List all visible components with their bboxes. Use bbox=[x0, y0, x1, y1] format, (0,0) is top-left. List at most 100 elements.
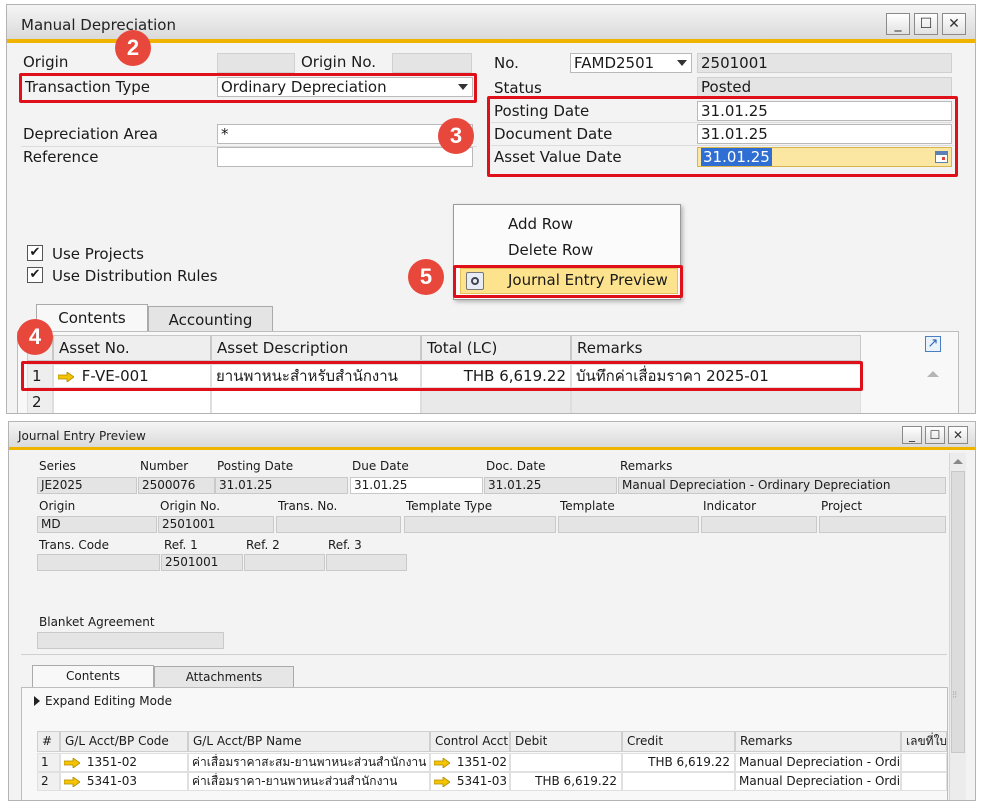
tab-attachments[interactable]: Attachments bbox=[154, 666, 294, 688]
depreciation-area-field[interactable]: * bbox=[217, 124, 473, 144]
grid-header-extra[interactable]: เลขที่ใบ bbox=[901, 731, 947, 752]
grid-header-debit[interactable]: Debit bbox=[510, 731, 622, 752]
debit-cell[interactable] bbox=[510, 753, 622, 772]
use-distribution-rules-label: Use Distribution Rules bbox=[52, 267, 218, 285]
expand-grid-icon[interactable]: ↗ bbox=[925, 336, 941, 352]
vertical-scrollbar[interactable] bbox=[949, 453, 966, 800]
tab-accounting[interactable]: Accounting bbox=[148, 306, 273, 334]
posting-date-label: Posting Date bbox=[217, 459, 294, 473]
origin-no-label: Origin No. bbox=[160, 499, 221, 513]
asset-description-cell[interactable] bbox=[211, 390, 421, 413]
blanket-agreement-field bbox=[37, 632, 224, 649]
grid-header-control-acct[interactable]: Control Acct bbox=[430, 731, 510, 752]
extra-cell[interactable] bbox=[901, 772, 947, 791]
window-titlebar: Manual Depreciation _ ☐ ✕ bbox=[7, 5, 975, 43]
grid-header-total-lc[interactable]: Total (LC) bbox=[421, 335, 571, 361]
remarks-field: Manual Depreciation - Ordinary Depreciat… bbox=[618, 477, 946, 494]
grid-header-asset-no[interactable]: Asset No. bbox=[53, 335, 211, 361]
menu-item-add-row[interactable]: Add Row bbox=[508, 215, 573, 233]
highlight-grid-row bbox=[21, 361, 863, 391]
total-lc-cell[interactable] bbox=[421, 390, 571, 413]
maximize-button[interactable]: ☐ bbox=[914, 13, 938, 35]
template-type-field bbox=[404, 516, 556, 533]
project-field bbox=[819, 516, 946, 533]
due-date-field[interactable]: 31.01.25 bbox=[350, 477, 483, 494]
remarks-cell[interactable]: Manual Depreciation - Ordina bbox=[735, 753, 901, 772]
remarks-cell[interactable]: Manual Depreciation - Ordina bbox=[735, 772, 901, 791]
gl-acct-name-cell[interactable]: ค่าเสื่อมราคา-ยานพาหนะส่วนสำนักงาน bbox=[188, 772, 430, 791]
credit-cell[interactable]: THB 6,619.22 bbox=[622, 753, 735, 772]
window-title: Manual Depreciation bbox=[21, 16, 176, 34]
ref2-field bbox=[244, 554, 325, 571]
window-titlebar: Journal Entry Preview _ ☐ ✕ bbox=[9, 422, 975, 450]
scrollbar-thumb[interactable] bbox=[951, 471, 965, 753]
expand-editing-mode-link[interactable]: Expand Editing Mode bbox=[45, 694, 172, 708]
gl-acct-code-cell[interactable]: 5341-03 bbox=[60, 772, 188, 791]
use-distribution-rules-checkbox[interactable]: ✔ bbox=[27, 267, 43, 283]
no-label: No. bbox=[494, 54, 519, 72]
remarks-label: Remarks bbox=[620, 459, 673, 473]
template-field bbox=[558, 516, 699, 533]
scroll-up-icon[interactable] bbox=[927, 371, 939, 377]
gl-acct-code-cell[interactable]: 1351-02 bbox=[60, 753, 188, 772]
extra-cell[interactable] bbox=[901, 753, 947, 772]
step-badge-3: 3 bbox=[438, 118, 474, 154]
template-type-label: Template Type bbox=[406, 499, 493, 513]
reference-field[interactable] bbox=[217, 147, 473, 167]
window-title: Journal Entry Preview bbox=[18, 429, 146, 443]
control-acct-cell[interactable]: 1351-02 bbox=[430, 753, 510, 772]
grid-header-remarks[interactable]: Remarks bbox=[571, 335, 861, 361]
gl-acct-name-cell[interactable]: ค่าเสื่อมราคาสะสม-ยานพาหนะส่วนสำนักงาน bbox=[188, 753, 430, 772]
menu-item-delete-row[interactable]: Delete Row bbox=[508, 241, 593, 259]
series-field: JE2025 bbox=[37, 477, 137, 494]
link-arrow-icon[interactable] bbox=[434, 776, 450, 787]
credit-cell[interactable] bbox=[622, 772, 735, 791]
status-label: Status bbox=[494, 79, 542, 97]
depreciation-area-label: Depreciation Area bbox=[23, 125, 158, 143]
resize-grip-icon[interactable]: ⁝⁝ bbox=[952, 690, 957, 701]
reference-label: Reference bbox=[23, 148, 99, 166]
origin-no-field: 2501001 bbox=[158, 516, 274, 533]
use-projects-checkbox[interactable]: ✔ bbox=[27, 245, 43, 261]
link-arrow-icon[interactable] bbox=[64, 776, 80, 787]
origin-field bbox=[217, 53, 295, 73]
gl-acct-code-value: 1351-02 bbox=[86, 755, 137, 769]
debit-cell[interactable]: THB 6,619.22 bbox=[510, 772, 622, 791]
asset-no-cell[interactable] bbox=[53, 390, 211, 413]
highlight-transaction-type bbox=[19, 73, 477, 103]
grid-header-gl-acct-code[interactable]: G/L Acct/BP Code bbox=[60, 731, 188, 752]
grid-header-asset-description[interactable]: Asset Description bbox=[211, 335, 421, 361]
document-number-field: 2501001 bbox=[697, 53, 952, 73]
series-select[interactable]: FAMD2501 bbox=[570, 53, 692, 73]
grid-header-credit[interactable]: Credit bbox=[622, 731, 735, 752]
link-arrow-icon[interactable] bbox=[64, 757, 80, 768]
origin-no-field bbox=[392, 53, 472, 73]
grid-header-gl-acct-name[interactable]: G/L Acct/BP Name bbox=[188, 731, 430, 752]
number-field: 2500076 bbox=[138, 477, 215, 494]
scroll-up-icon[interactable] bbox=[953, 459, 963, 464]
gl-acct-code-value: 5341-03 bbox=[86, 774, 137, 788]
close-button[interactable]: ✕ bbox=[942, 13, 966, 35]
indicator-label: Indicator bbox=[703, 499, 757, 513]
link-arrow-icon[interactable] bbox=[434, 757, 450, 768]
tab-contents[interactable]: Contents bbox=[36, 304, 148, 332]
use-projects-label: Use Projects bbox=[52, 245, 144, 263]
tab-contents[interactable]: Contents bbox=[32, 665, 154, 687]
trans-no-label: Trans. No. bbox=[278, 499, 338, 513]
minimize-button[interactable]: _ bbox=[886, 13, 910, 35]
origin-label: Origin bbox=[23, 53, 69, 71]
highlight-dates bbox=[487, 96, 958, 177]
minimize-button[interactable]: _ bbox=[902, 426, 922, 444]
step-badge-2: 2 bbox=[115, 30, 151, 66]
ref1-label: Ref. 1 bbox=[164, 538, 198, 552]
maximize-button[interactable]: ☐ bbox=[925, 426, 945, 444]
control-acct-cell[interactable]: 5341-03 bbox=[430, 772, 510, 791]
ref3-label: Ref. 3 bbox=[328, 538, 362, 552]
posting-date-field: 31.01.25 bbox=[215, 477, 348, 494]
grid-header-remarks[interactable]: Remarks bbox=[735, 731, 901, 752]
remarks-cell[interactable] bbox=[571, 390, 861, 413]
trans-code-field bbox=[37, 554, 160, 571]
number-label: Number bbox=[140, 459, 189, 473]
close-button[interactable]: ✕ bbox=[948, 426, 968, 444]
expand-triangle-icon[interactable] bbox=[34, 696, 40, 706]
